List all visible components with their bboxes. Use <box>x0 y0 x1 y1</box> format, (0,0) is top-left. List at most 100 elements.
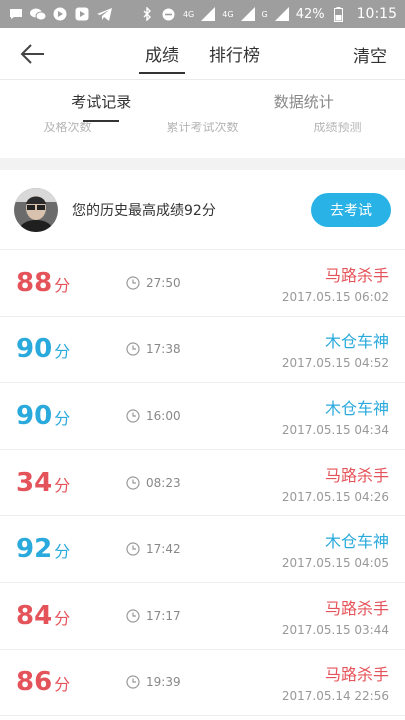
record-row[interactable]: 84 分 17:17 马路杀手 2017.05.15 03:44 <box>0 583 405 650</box>
record-info: 木仓车神 2017.05.15 04:52 <box>282 328 389 370</box>
message-icon <box>8 7 24 21</box>
record-date: 2017.05.15 04:26 <box>281 489 389 504</box>
network-type-1: 4G <box>182 9 195 19</box>
duration: 16:00 <box>126 409 181 423</box>
clear-button[interactable]: 清空 <box>353 42 387 67</box>
section-divider <box>0 158 405 170</box>
stats-labels: 及格次数 累计考试次数 成绩预测 <box>0 122 405 158</box>
battery-icon <box>331 6 347 22</box>
status-bar: 4G 4G G 42% 10:15 <box>0 0 405 28</box>
tab-scores[interactable]: 成绩 <box>139 28 185 80</box>
bluetooth-icon <box>139 7 155 21</box>
back-button[interactable] <box>18 40 48 68</box>
avatar[interactable] <box>14 187 58 232</box>
app-bar: 成绩 排行榜 清空 <box>0 28 405 80</box>
score-unit: 分 <box>54 342 71 362</box>
score: 90 分 <box>16 401 126 431</box>
do-not-disturb-icon <box>161 7 177 21</box>
total-exams-label: 累计考试次数 <box>166 122 239 134</box>
record-info: 木仓车神 2017.05.15 04:05 <box>282 528 389 570</box>
score-value: 90 <box>16 400 53 431</box>
record-info: 马路杀手 2017.05.15 04:26 <box>282 462 389 504</box>
tab-data-stats[interactable]: 数据统计 <box>203 80 405 122</box>
score-value: 84 <box>16 600 53 631</box>
clock-icon <box>126 409 140 423</box>
system-status: 4G 4G G 42% 10:15 <box>139 6 397 22</box>
notification-icons <box>8 7 112 21</box>
best-score-text: 您的历史最高成绩92分 <box>72 202 216 219</box>
record-info: 马路杀手 2017.05.15 03:44 <box>282 595 389 637</box>
clock-icon <box>126 675 140 689</box>
record-row[interactable]: 92 分 17:42 木仓车神 2017.05.15 04:05 <box>0 516 405 583</box>
tab-exam-records[interactable]: 考试记录 <box>0 80 203 122</box>
score: 92 分 <box>16 534 126 564</box>
score-prediction-label: 成绩预测 <box>313 122 362 134</box>
score-unit: 分 <box>54 408 71 428</box>
record-info: 木仓车神 2017.05.15 04:34 <box>282 395 389 437</box>
record-row[interactable]: 90 分 16:00 木仓车神 2017.05.15 04:34 <box>0 383 405 450</box>
score-unit: 分 <box>54 475 71 495</box>
network-type-2: 4G <box>222 9 234 19</box>
video-app-icon <box>52 7 68 21</box>
rank-title: 木仓车神 <box>324 532 389 552</box>
signal-icon-3 <box>274 7 290 21</box>
score-value: 86 <box>16 667 53 698</box>
score-unit: 分 <box>54 608 71 628</box>
signal-icon <box>200 7 216 21</box>
record-date: 2017.05.15 04:34 <box>281 422 389 437</box>
score-unit: 分 <box>54 675 71 695</box>
record-date: 2017.05.14 22:56 <box>281 689 389 704</box>
rank-title: 马路杀手 <box>324 598 389 618</box>
record-date: 2017.05.15 04:52 <box>281 356 389 371</box>
score: 84 分 <box>16 601 126 631</box>
duration: 17:38 <box>126 342 181 356</box>
clock-icon <box>126 276 140 290</box>
battery-percent: 42% <box>295 6 325 22</box>
network-type-3: G <box>261 9 268 19</box>
take-exam-button[interactable]: 去考试 <box>311 192 391 227</box>
duration: 17:17 <box>126 609 181 623</box>
duration: 27:50 <box>126 276 181 290</box>
record-date: 2017.05.15 04:05 <box>281 556 389 571</box>
duration-text: 27:50 <box>146 275 181 290</box>
signal-icon-2 <box>240 7 256 21</box>
score-value: 88 <box>16 267 53 298</box>
score-value: 34 <box>16 467 53 498</box>
score-value: 90 <box>16 334 53 365</box>
records-list: 88 分 27:50 马路杀手 2017.05.15 06:02 90 分 17… <box>0 250 405 717</box>
clock-icon <box>126 609 140 623</box>
rank-title: 木仓车神 <box>324 332 389 352</box>
score-unit: 分 <box>54 275 71 295</box>
record-date: 2017.05.15 03:44 <box>281 622 389 637</box>
record-row[interactable]: 90 分 17:38 木仓车神 2017.05.15 04:52 <box>0 317 405 384</box>
score-unit: 分 <box>54 542 71 562</box>
rank-title: 马路杀手 <box>324 465 389 485</box>
score: 88 分 <box>16 268 126 298</box>
clock-icon <box>126 342 140 356</box>
duration: 08:23 <box>126 476 181 490</box>
duration-text: 08:23 <box>146 475 181 490</box>
clock-icon <box>126 542 140 556</box>
record-row[interactable]: 86 分 19:39 马路杀手 2017.05.14 22:56 <box>0 650 405 717</box>
score: 86 分 <box>16 667 126 697</box>
duration-text: 17:38 <box>146 342 181 357</box>
rank-title: 木仓车神 <box>324 398 389 418</box>
top-tabs: 成绩 排行榜 <box>139 28 264 80</box>
rank-title: 马路杀手 <box>324 265 389 285</box>
best-score-row: 您的历史最高成绩92分 去考试 <box>0 170 405 250</box>
clock: 10:15 <box>356 6 397 22</box>
score-value: 92 <box>16 534 53 565</box>
rank-title: 马路杀手 <box>324 665 389 685</box>
duration-text: 19:39 <box>146 675 181 690</box>
clock-icon <box>126 475 140 490</box>
arrow-left-icon <box>20 44 44 64</box>
duration-text: 16:00 <box>146 408 181 423</box>
record-row[interactable]: 34 分 08:23 马路杀手 2017.05.15 04:26 <box>0 450 405 517</box>
duration: 17:42 <box>126 542 181 556</box>
telegram-icon <box>96 7 112 21</box>
sub-tabs: 考试记录 数据统计 <box>0 80 405 122</box>
record-row[interactable]: 88 分 27:50 马路杀手 2017.05.15 06:02 <box>0 250 405 317</box>
tab-leaderboard[interactable]: 排行榜 <box>205 28 264 80</box>
record-info: 马路杀手 2017.05.14 22:56 <box>282 661 389 703</box>
duration-text: 17:17 <box>146 608 181 623</box>
